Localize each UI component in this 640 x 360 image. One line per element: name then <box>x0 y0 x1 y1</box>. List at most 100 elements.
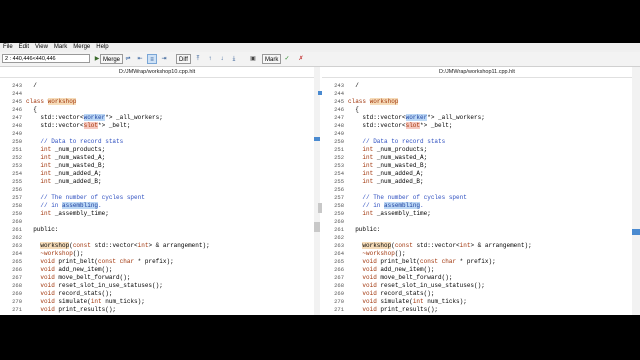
line-number: 249 <box>334 130 344 137</box>
code-line[interactable]: void move_belt_forward(); <box>26 274 130 282</box>
line-number: 247 <box>12 114 22 121</box>
code-line[interactable]: void record_stats(); <box>26 290 112 298</box>
left-scroll-thumb[interactable] <box>314 222 320 232</box>
right-pane[interactable]: D:/JMWrap/workshop11.cpp.hlt 243 / 244 245… <box>322 67 632 315</box>
code-line[interactable]: workshop(const std::vector<int> & arrang… <box>26 242 210 250</box>
code-line[interactable]: { <box>348 106 359 114</box>
align-icon[interactable]: ≡ <box>147 54 157 64</box>
last-diff-icon[interactable]: ⤓ <box>229 54 239 64</box>
code-line[interactable]: int _num_added_A; <box>348 170 423 178</box>
code-line[interactable]: class workshop <box>348 98 399 106</box>
up-icon[interactable]: ↑ <box>205 54 215 64</box>
code-line[interactable]: int _assembly_time; <box>26 210 108 218</box>
line-number: 266 <box>334 266 344 273</box>
line-number: 250 <box>334 138 344 145</box>
code-line[interactable]: void print_belt(const char * prefix); <box>348 258 495 266</box>
next-change-icon[interactable]: ⇥ <box>159 54 169 64</box>
code-line[interactable]: std::vector<slot*> _belt; <box>348 122 452 130</box>
diff-location-combo[interactable]: 2 : 440,446<440,446 <box>2 54 90 63</box>
code-line[interactable]: void reset_slot_in_use_statuses(); <box>348 282 484 290</box>
code-line[interactable]: class workshop <box>26 98 77 106</box>
left-scrollbar[interactable] <box>314 67 320 315</box>
left-file-path: D:/JMWrap/workshop10.cpp.hlt <box>0 67 314 78</box>
code-line[interactable]: int _num_added_B; <box>348 178 423 186</box>
diff-gutter-thumb <box>318 203 322 213</box>
code-line[interactable]: { <box>26 106 37 114</box>
diff-button[interactable]: Diff <box>176 54 191 64</box>
line-number: 260 <box>334 218 344 225</box>
code-line[interactable]: public: <box>348 226 380 234</box>
first-diff-icon[interactable]: ⤒ <box>193 54 203 64</box>
down-icon[interactable]: ↓ <box>217 54 227 64</box>
code-line[interactable]: void simulate(int num_ticks); <box>26 298 144 306</box>
code-line[interactable]: public: <box>26 226 58 234</box>
save-icon[interactable]: ▣ <box>248 54 258 64</box>
code-line[interactable]: void add_new_item(); <box>26 266 112 274</box>
code-line[interactable]: int _num_added_B; <box>26 178 101 186</box>
code-line[interactable]: int _num_products; <box>348 146 427 154</box>
code-line[interactable]: // Data to record stats <box>348 138 445 146</box>
menu-merge[interactable]: Merge <box>70 43 93 52</box>
copy-right-icon[interactable]: ⇌ <box>123 54 133 64</box>
code-line[interactable]: int _num_products; <box>26 146 105 154</box>
code-line[interactable]: // in assembling. <box>26 202 102 210</box>
menu-mark[interactable]: Mark <box>51 43 70 52</box>
left-scroll-marker <box>314 137 320 141</box>
menu-edit[interactable]: Edit <box>16 43 32 52</box>
code-line[interactable]: std::vector<worker*> _all_workers; <box>26 114 163 122</box>
code-line[interactable]: / <box>348 82 359 90</box>
menu-file[interactable]: File <box>0 43 16 52</box>
line-number: 268 <box>12 282 22 289</box>
line-number: 251 <box>334 146 344 153</box>
code-line[interactable]: // in assembling. <box>348 202 424 210</box>
code-line[interactable]: int _num_wasted_A; <box>26 154 105 162</box>
code-line[interactable]: int _num_added_A; <box>26 170 101 178</box>
code-line[interactable]: std::vector<worker*> _all_workers; <box>348 114 485 122</box>
menu-help[interactable]: Help <box>93 43 111 52</box>
code-line[interactable]: int _assembly_time; <box>348 210 430 218</box>
code-line[interactable]: / <box>26 82 37 90</box>
reject-icon[interactable]: ✗ <box>296 54 306 64</box>
code-line[interactable]: void print_results(); <box>26 306 116 314</box>
menu-view[interactable]: View <box>32 43 51 52</box>
right-scrollbar[interactable] <box>632 67 640 315</box>
code-line[interactable]: void move_belt_forward(); <box>348 274 452 282</box>
line-number: 259 <box>12 210 22 217</box>
line-number: 245 <box>334 98 344 105</box>
code-line[interactable]: void reset_slot_in_use_statuses(); <box>26 282 162 290</box>
line-number: 261 <box>334 226 344 233</box>
line-number: 264 <box>334 250 344 257</box>
code-line[interactable]: void print_belt(const char * prefix); <box>26 258 173 266</box>
line-number: 249 <box>12 130 22 137</box>
code-line[interactable]: int _num_wasted_B; <box>26 162 105 170</box>
line-number: 256 <box>12 186 22 193</box>
line-number: 261 <box>12 226 22 233</box>
code-line[interactable]: void print_results(); <box>348 306 438 314</box>
code-line[interactable]: void record_stats(); <box>348 290 434 298</box>
code-line[interactable]: void simulate(int num_ticks); <box>348 298 466 306</box>
video-frame: File Edit View Mark Merge Help 2 : 440,4… <box>0 0 640 360</box>
line-number: 254 <box>334 170 344 177</box>
merge-button[interactable]: Merge <box>100 54 124 64</box>
mark-button[interactable]: Mark <box>262 54 282 64</box>
line-number: 257 <box>334 194 344 201</box>
code-line[interactable]: ~workshop(); <box>26 250 83 258</box>
code-line[interactable]: workshop(const std::vector<int> & arrang… <box>348 242 532 250</box>
code-line[interactable]: std::vector<slot*> _belt; <box>26 122 130 130</box>
code-line[interactable]: // The number of cycles spent <box>26 194 144 202</box>
right-scroll-marker <box>632 229 640 235</box>
code-line[interactable]: // Data to record stats <box>26 138 123 146</box>
code-line[interactable]: int _num_wasted_B; <box>348 162 427 170</box>
prev-change-icon[interactable]: ⇤ <box>135 54 145 64</box>
toolbar: 2 : 440,446<440,446 ▶ Merge ⇌ ⇤ ≡ ⇥ Diff… <box>0 52 640 67</box>
line-number: 257 <box>12 194 22 201</box>
code-line[interactable]: int _num_wasted_A; <box>348 154 427 162</box>
line-number: 269 <box>12 290 22 297</box>
code-line[interactable]: // The number of cycles spent <box>348 194 466 202</box>
code-line[interactable]: void add_new_item(); <box>348 266 434 274</box>
code-line[interactable]: ~workshop(); <box>348 250 405 258</box>
line-number: 259 <box>334 210 344 217</box>
left-pane[interactable]: D:/JMWrap/workshop10.cpp.hlt 243 / 244 245… <box>0 67 314 315</box>
line-number: 251 <box>12 146 22 153</box>
accept-icon[interactable]: ✓ <box>282 54 292 64</box>
